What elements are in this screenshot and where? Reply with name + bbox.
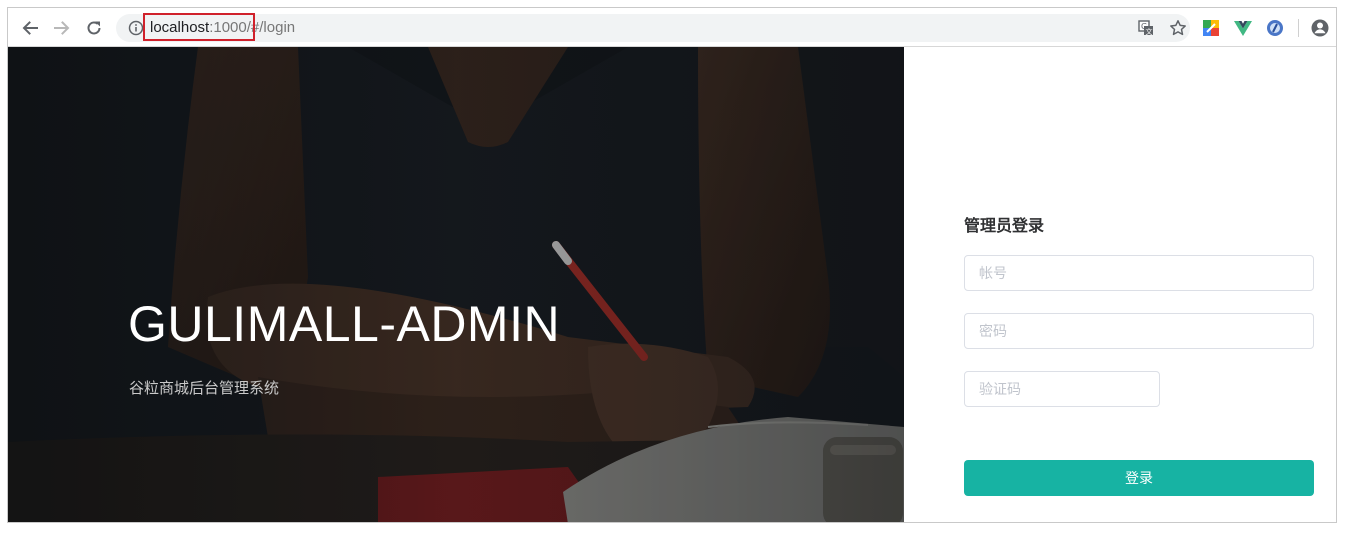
arrow-left-icon: [22, 21, 38, 35]
colorful-extension-icon[interactable]: [1201, 18, 1221, 38]
translate-icon[interactable]: G 文: [1136, 18, 1156, 38]
browser-toolbar: localhost:1000/#/login G 文: [8, 8, 1336, 47]
reload-button[interactable]: [82, 16, 106, 40]
vue-devtools-icon[interactable]: [1233, 18, 1253, 38]
username-input[interactable]: [964, 255, 1314, 291]
star-icon[interactable]: [1168, 18, 1188, 38]
browser-window: localhost:1000/#/login G 文: [7, 7, 1337, 523]
hero-section: GULIMALL-ADMIN 谷粒商城后台管理系统: [8, 47, 904, 522]
url-highlight-box: [143, 13, 255, 41]
brand-subtitle: 谷粒商城后台管理系统: [129, 380, 280, 397]
page-content: GULIMALL-ADMIN 谷粒商城后台管理系统 管理员登录 登录: [8, 47, 1336, 522]
login-panel: 管理员登录 登录: [904, 47, 1336, 522]
hero-background-photo: [8, 47, 904, 522]
captcha-input[interactable]: [964, 371, 1160, 407]
forward-button[interactable]: [50, 16, 74, 40]
login-button[interactable]: 登录: [964, 460, 1314, 496]
password-input[interactable]: [964, 313, 1314, 349]
address-bar[interactable]: localhost:1000/#/login G 文: [116, 14, 1190, 42]
login-title: 管理员登录: [964, 218, 1045, 235]
back-button[interactable]: [18, 16, 42, 40]
toolbar-separator: [1298, 19, 1299, 37]
profile-icon[interactable]: [1310, 18, 1330, 38]
brand-title: GULIMALL-ADMIN: [128, 296, 561, 352]
reload-icon: [87, 21, 101, 35]
svg-text:文: 文: [1146, 27, 1153, 36]
arrow-right-icon: [54, 21, 70, 35]
blue-circle-extension-icon[interactable]: [1265, 18, 1285, 38]
